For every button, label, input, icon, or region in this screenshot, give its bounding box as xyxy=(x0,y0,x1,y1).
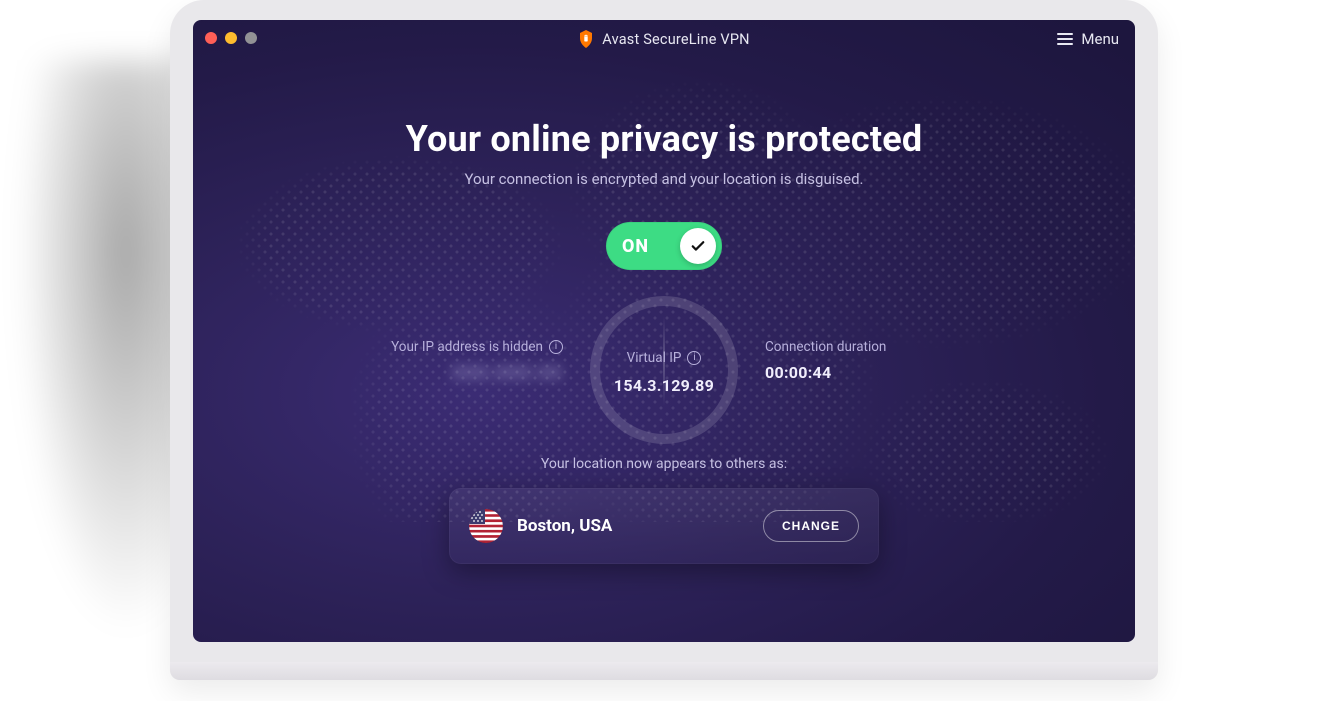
location-name: Boston, USA xyxy=(517,516,612,536)
app-title: Avast SecureLine VPN xyxy=(602,31,749,48)
titlebar: Avast SecureLine VPN Menu xyxy=(193,20,1135,58)
menu-label: Menu xyxy=(1081,30,1119,48)
vpn-toggle[interactable]: ON xyxy=(606,222,722,270)
window-controls[interactable] xyxy=(205,32,257,44)
toggle-state-label: ON xyxy=(622,236,649,257)
headline: Your online privacy is protected xyxy=(193,118,1135,160)
subtitle: Your connection is encrypted and your lo… xyxy=(193,170,1135,188)
device-base xyxy=(170,662,1158,680)
location-intro: Your location now appears to others as: xyxy=(193,456,1135,472)
device-frame: Avast SecureLine VPN Menu Your online pr… xyxy=(170,0,1158,680)
zoom-window-icon[interactable] xyxy=(245,32,257,44)
close-window-icon[interactable] xyxy=(205,32,217,44)
hidden-ip-value: XXX.XXX.XX xyxy=(304,363,563,382)
app-window: Avast SecureLine VPN Menu Your online pr… xyxy=(193,20,1135,642)
virtual-ip-ring: Virtual IP i 154.3.129.89 xyxy=(590,296,738,444)
hamburger-icon xyxy=(1057,33,1073,45)
change-location-button[interactable]: CHANGE xyxy=(763,510,859,542)
us-flag-icon xyxy=(469,509,503,543)
info-icon[interactable]: i xyxy=(687,351,701,365)
duration-label: Connection duration xyxy=(765,339,886,355)
virtual-ip-value: 154.3.129.89 xyxy=(614,376,714,395)
toggle-knob xyxy=(680,228,716,264)
duration-value: 00:00:44 xyxy=(765,363,1024,382)
menu-button[interactable]: Menu xyxy=(1057,30,1119,48)
status-row: Your IP address is hidden i XXX.XXX.XX V… xyxy=(304,296,1024,436)
avast-logo-icon xyxy=(578,30,594,48)
main-content: Your online privacy is protected Your co… xyxy=(193,58,1135,564)
check-icon xyxy=(689,237,707,255)
virtual-ip-label: Virtual IP xyxy=(627,350,682,366)
info-icon[interactable]: i xyxy=(549,340,563,354)
location-card: Boston, USA CHANGE xyxy=(449,488,879,564)
hidden-ip-label: Your IP address is hidden xyxy=(391,339,543,355)
minimize-window-icon[interactable] xyxy=(225,32,237,44)
